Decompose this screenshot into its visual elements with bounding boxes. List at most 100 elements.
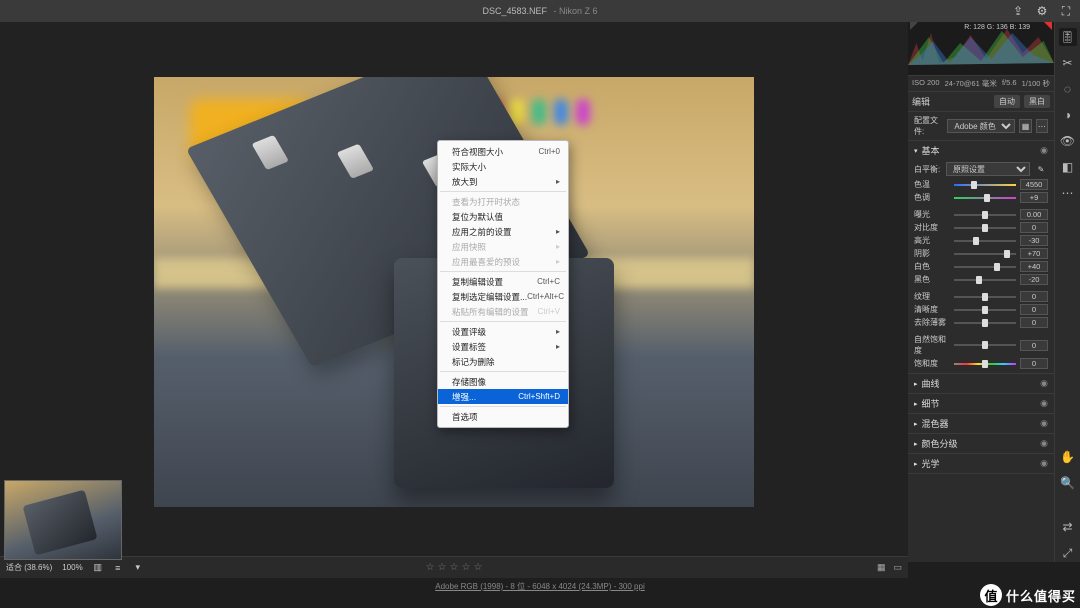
- rating-stars[interactable]: ☆☆☆☆☆: [426, 562, 483, 573]
- blacks-slider[interactable]: 黑色-20: [908, 273, 1054, 286]
- fullscreen-icon[interactable]: ⛶: [1058, 3, 1074, 19]
- menu-copy-selected[interactable]: 复制选定编辑设置...Ctrl+Alt+C: [438, 289, 568, 304]
- adjustments-panel: R: 128 G: 136 B: 139 ISO 200 24-70@61 毫米…: [908, 22, 1054, 562]
- expand-tool-icon[interactable]: ⤢: [1059, 544, 1077, 562]
- saturation-slider[interactable]: 饱和度0: [908, 357, 1054, 370]
- eye-icon: ◉: [1040, 378, 1048, 389]
- whites-slider[interactable]: 白色+40: [908, 260, 1054, 273]
- menu-reset-default[interactable]: 复位为默认值: [438, 209, 568, 224]
- star-icon: ☆: [450, 562, 459, 573]
- document-title: DSC_4583.NEF - Nikon Z 6: [482, 6, 597, 16]
- filmstrip-thumb[interactable]: [4, 480, 122, 560]
- star-icon: ☆: [473, 562, 482, 573]
- fit-dropdown[interactable]: 适合 (38.6%): [6, 562, 52, 573]
- menu-zoom-to[interactable]: 放大到: [438, 174, 568, 189]
- menu-separator: [440, 271, 566, 272]
- redeye-tool-icon[interactable]: 👁: [1059, 132, 1077, 150]
- tint-slider[interactable]: 色调+9: [908, 191, 1054, 204]
- profile-label: 配置文件:: [914, 115, 943, 137]
- profile-more-icon[interactable]: ⋯: [1036, 119, 1048, 133]
- menu-fit-view[interactable]: 符合视图大小Ctrl+0: [438, 144, 568, 159]
- eye-icon[interactable]: ◉: [1040, 145, 1048, 156]
- menu-apply-preset: 应用最喜爱的预设: [438, 254, 568, 269]
- profile-select[interactable]: Adobe 颜色: [947, 119, 1015, 133]
- eye-icon: ◉: [1040, 438, 1048, 449]
- menu-enhance[interactable]: 增强...Ctrl+Shft+D: [438, 389, 568, 404]
- watermark-text: 什么值得买: [1006, 586, 1076, 605]
- colormix-header[interactable]: ▸混色器◉: [908, 414, 1054, 434]
- preset-tool-icon[interactable]: ◧: [1059, 158, 1077, 176]
- eye-icon: ◉: [1040, 458, 1048, 469]
- optics-header[interactable]: ▸光学◉: [908, 454, 1054, 474]
- heal-tool-icon[interactable]: ◌: [1059, 80, 1077, 98]
- hand-tool-icon[interactable]: ✋: [1059, 448, 1077, 466]
- file-info[interactable]: Adobe RGB (1998) - 8 位 - 6048 x 4024 (24…: [435, 581, 644, 592]
- wb-label: 白平衡:: [914, 164, 942, 175]
- menu-apply-previous[interactable]: 应用之前的设置: [438, 224, 568, 239]
- exif-aperture: f/5.6: [1002, 78, 1017, 89]
- menu-actual-size[interactable]: 实际大小: [438, 159, 568, 174]
- canvas-area[interactable]: 符合视图大小Ctrl+0 实际大小 放大到 查看为打开时状态 复位为默认值 应用…: [0, 22, 908, 562]
- exif-iso: ISO 200: [912, 78, 940, 89]
- basic-section: ▾基本◉ 白平衡: 原照设置 ✎ 色温4550 色调+9 曝光0.00 对比度0…: [908, 141, 1054, 374]
- zoom-tool-icon[interactable]: 🔍: [1059, 474, 1077, 492]
- mask-tool-icon[interactable]: ◑: [1059, 106, 1077, 124]
- dehaze-slider[interactable]: 去除薄雾0: [908, 316, 1054, 329]
- filter-icon[interactable]: ≡: [111, 561, 125, 575]
- wb-select[interactable]: 原照设置: [946, 162, 1030, 176]
- eye-icon: ◉: [1040, 398, 1048, 409]
- filename: DSC_4583.NEF: [482, 6, 547, 16]
- edit-tool-icon[interactable]: 🎚: [1059, 28, 1077, 46]
- menu-set-rating[interactable]: 设置评级: [438, 324, 568, 339]
- tool-rail: 🎚 ✂ ◌ ◑ 👁 ◧ ⋯ ✋ 🔍 ⇄ ⤢: [1054, 22, 1080, 562]
- menu-view-as-shot: 查看为打开时状态: [438, 194, 568, 209]
- wb-picker-icon[interactable]: ✎: [1034, 162, 1048, 176]
- highlights-slider[interactable]: 高光-30: [908, 234, 1054, 247]
- histogram[interactable]: R: 128 G: 136 B: 139: [908, 22, 1054, 76]
- bw-button[interactable]: 黑白: [1024, 95, 1050, 108]
- settings-gear-icon[interactable]: ⚙: [1034, 3, 1050, 19]
- basic-header[interactable]: ▾基本◉: [908, 141, 1054, 160]
- exif-lens: 24-70@61 毫米: [945, 78, 997, 89]
- profile-grid-icon[interactable]: ▦: [1019, 119, 1031, 133]
- temp-slider[interactable]: 色温4550: [908, 178, 1054, 191]
- contrast-slider[interactable]: 对比度0: [908, 221, 1054, 234]
- sort-icon[interactable]: ▾: [131, 561, 145, 575]
- edit-header: 编辑 自动 黑白: [908, 92, 1054, 112]
- thumbnail[interactable]: [4, 480, 122, 560]
- colorgrade-header[interactable]: ▸颜色分级◉: [908, 434, 1054, 454]
- menu-paste-settings: 粘贴所有编辑的设置Ctrl+V: [438, 304, 568, 319]
- menu-separator: [440, 371, 566, 372]
- detail-header[interactable]: ▸细节◉: [908, 394, 1054, 414]
- menu-copy-settings[interactable]: 复制编辑设置Ctrl+C: [438, 274, 568, 289]
- eye-icon: ◉: [1040, 418, 1048, 429]
- more-tool-icon[interactable]: ⋯: [1059, 184, 1077, 202]
- watermark: 值 什么值得买: [980, 584, 1076, 606]
- clarity-slider[interactable]: 清晰度0: [908, 303, 1054, 316]
- menu-separator: [440, 321, 566, 322]
- menu-preferences[interactable]: 首选项: [438, 409, 568, 424]
- topbar-actions: ⇪ ⚙ ⛶: [1010, 3, 1074, 19]
- texture-slider[interactable]: 纹理0: [908, 290, 1054, 303]
- crop-tool-icon[interactable]: ✂: [1059, 54, 1077, 72]
- main-area: 符合视图大小Ctrl+0 实际大小 放大到 查看为打开时状态 复位为默认值 应用…: [0, 22, 1080, 562]
- vibrance-slider[interactable]: 自然饱和度0: [908, 333, 1054, 357]
- menu-save-image[interactable]: 存储图像: [438, 374, 568, 389]
- zoom-dropdown[interactable]: 100%: [62, 563, 82, 572]
- exif-shutter: 1/100 秒: [1022, 78, 1050, 89]
- menu-mark-delete[interactable]: 标记为删除: [438, 354, 568, 369]
- star-icon: ☆: [461, 562, 470, 573]
- menu-separator: [440, 191, 566, 192]
- exposure-slider[interactable]: 曝光0.00: [908, 208, 1054, 221]
- filmstrip-toggle-icon[interactable]: ▭: [893, 562, 902, 573]
- share-icon[interactable]: ⇪: [1010, 3, 1026, 19]
- compare-icon[interactable]: ▥: [91, 561, 105, 575]
- menu-set-label[interactable]: 设置标签: [438, 339, 568, 354]
- curve-header[interactable]: ▸曲线◉: [908, 374, 1054, 394]
- shadows-slider[interactable]: 阴影+70: [908, 247, 1054, 260]
- auto-button[interactable]: 自动: [994, 95, 1020, 108]
- toggle-tool-icon[interactable]: ⇄: [1059, 518, 1077, 536]
- star-icon: ☆: [438, 562, 447, 573]
- exif-row: ISO 200 24-70@61 毫米 f/5.6 1/100 秒: [908, 76, 1054, 92]
- grid-view-icon[interactable]: ▦: [877, 562, 886, 573]
